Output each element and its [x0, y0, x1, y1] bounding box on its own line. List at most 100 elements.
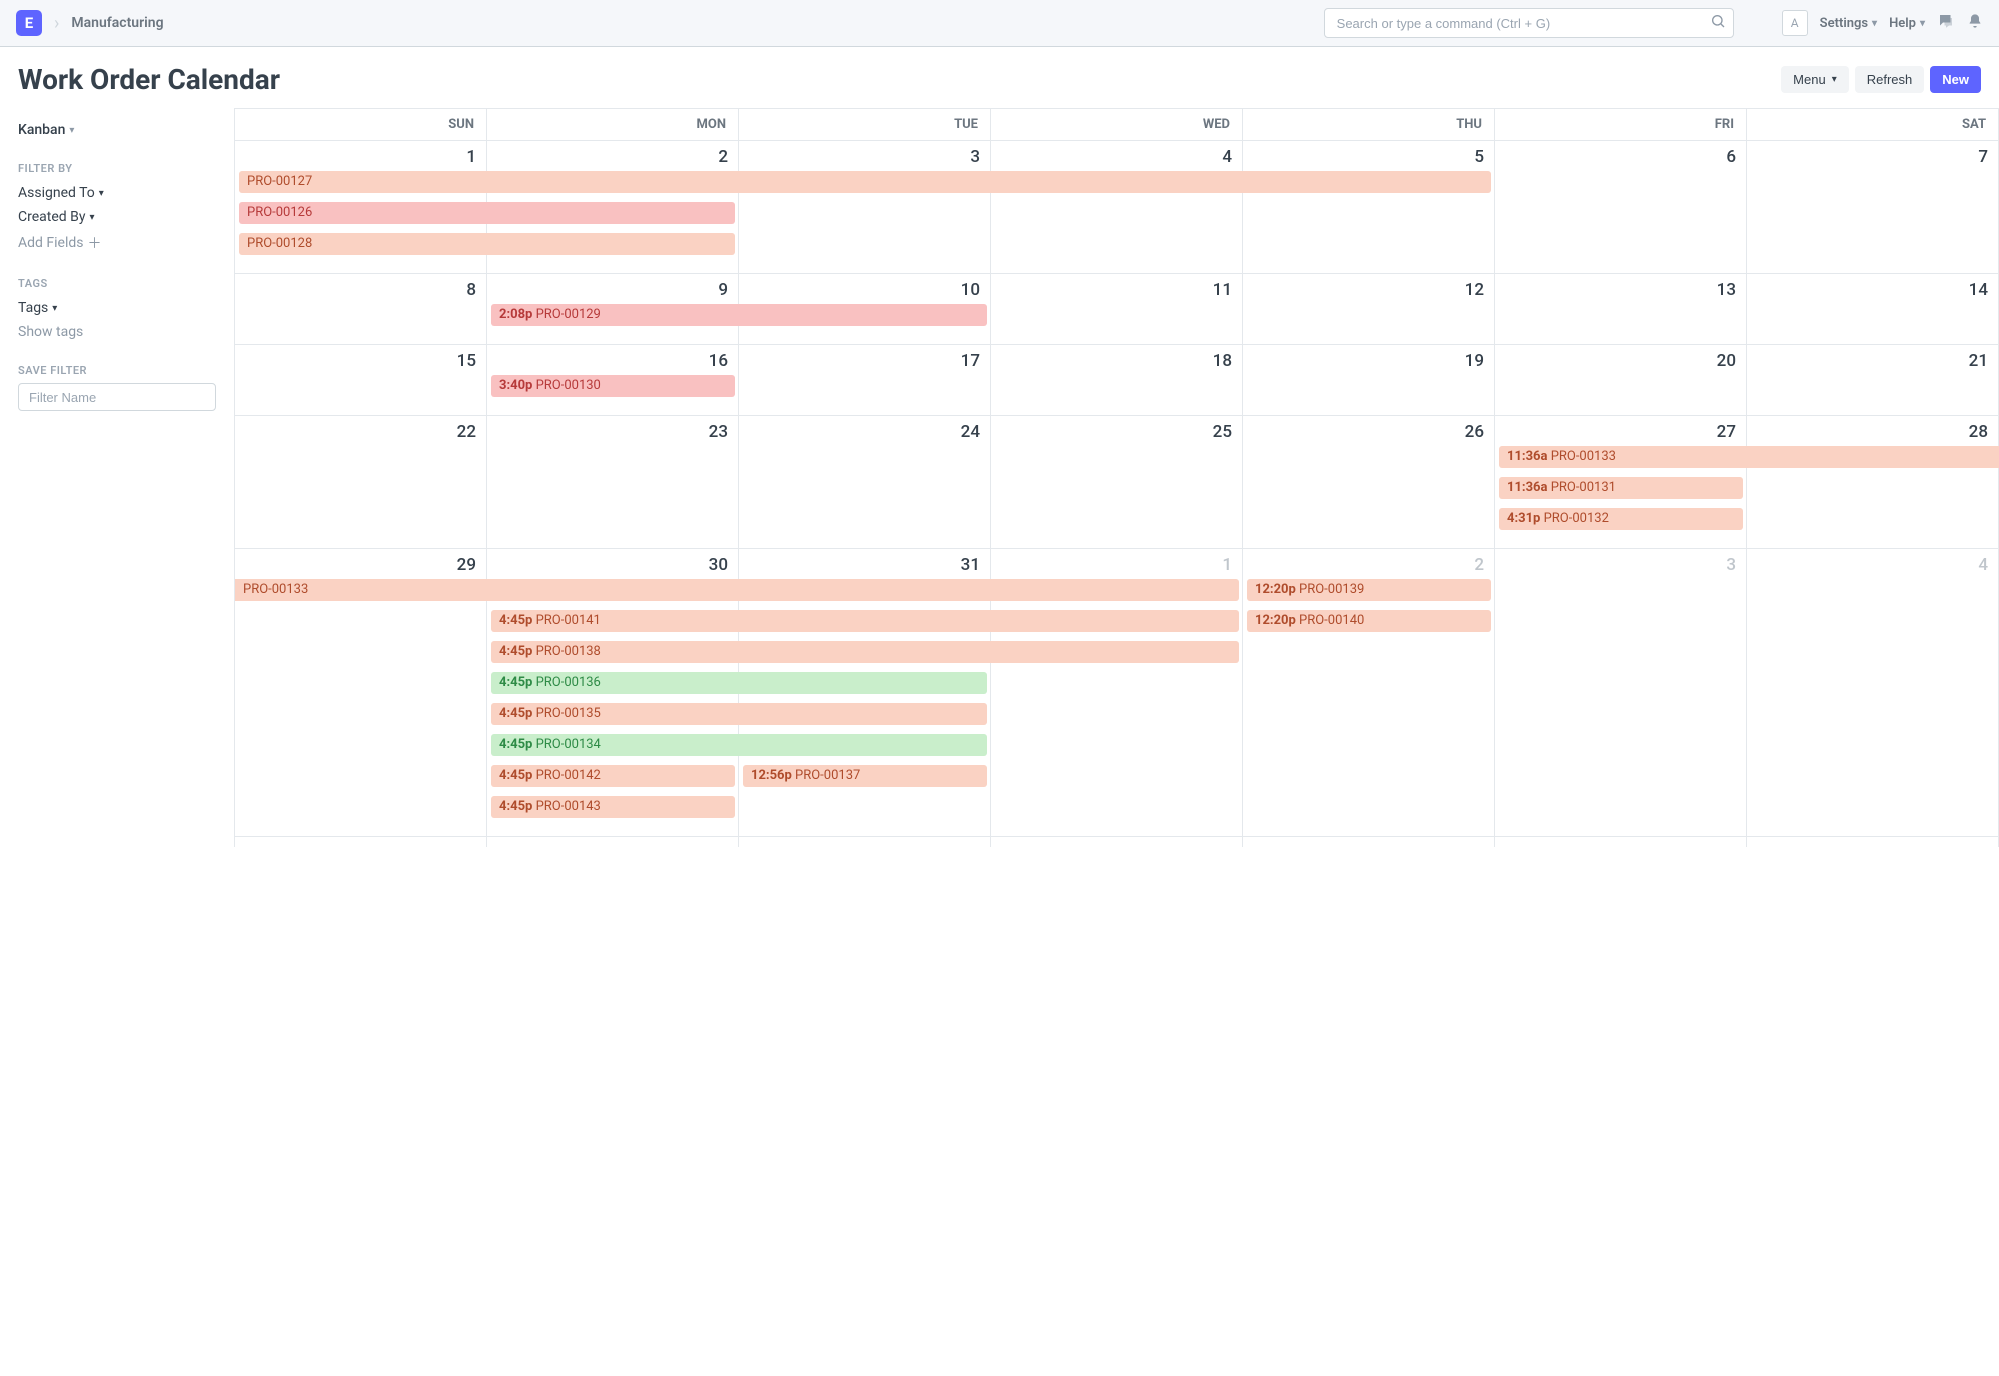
event-label: PRO-00138 — [536, 644, 601, 659]
filter-label: Created By — [18, 209, 85, 225]
chat-icon[interactable] — [1937, 12, 1955, 34]
event-time: 4:45p — [499, 644, 536, 659]
help-menu[interactable]: Help ▾ — [1889, 16, 1925, 31]
day-cell[interactable]: 15 — [235, 345, 487, 416]
day-cell[interactable]: 19 — [1243, 345, 1495, 416]
plus-icon: ＋ — [88, 233, 102, 253]
day-cell[interactable]: 5 — [1243, 141, 1495, 274]
day-cell[interactable]: 23 — [487, 416, 739, 549]
tags-filter[interactable]: Tags ▾ — [18, 296, 216, 320]
show-tags[interactable]: Show tags — [18, 320, 216, 344]
calendar-event[interactable]: 4:45p PRO-00138 — [491, 641, 1239, 663]
day-number: 3 — [739, 141, 990, 167]
chevron-down-icon: ▾ — [1920, 18, 1925, 29]
event-label: PRO-00128 — [247, 236, 312, 251]
event-time: 4:45p — [499, 706, 536, 721]
day-cell[interactable]: 25 — [991, 416, 1243, 549]
event-time: 4:45p — [499, 737, 536, 752]
day-cell[interactable]: 6 — [1495, 141, 1747, 274]
event-label: PRO-00140 — [1299, 613, 1364, 628]
breadcrumb[interactable]: Manufacturing — [71, 15, 163, 31]
page-header: Work Order Calendar Menu Refresh New — [0, 47, 1999, 108]
day-cell[interactable]: 11 — [991, 274, 1243, 345]
calendar-event[interactable]: 4:31p PRO-00132 — [1499, 508, 1743, 530]
day-number: 24 — [739, 416, 990, 442]
view-switcher[interactable]: Kanban ▾ — [18, 118, 216, 142]
calendar-event[interactable]: 12:20p PRO-00139 — [1247, 579, 1491, 601]
bell-icon[interactable] — [1967, 13, 1983, 33]
event-label: PRO-00130 — [536, 378, 601, 393]
day-number: 21 — [1747, 345, 1998, 371]
day-number: 2 — [1243, 549, 1494, 575]
day-number: 12 — [1243, 274, 1494, 300]
tags-label: Tags — [18, 300, 48, 316]
calendar-event[interactable]: 4:45p PRO-00135 — [491, 703, 987, 725]
calendar-event[interactable]: 4:45p PRO-00134 — [491, 734, 987, 756]
settings-label: Settings — [1820, 16, 1868, 31]
filter-name-input[interactable] — [18, 383, 216, 411]
calendar-event[interactable]: 11:36a PRO-00133 — [1499, 446, 1999, 468]
filter-assigned-to[interactable]: Assigned To▾ — [18, 181, 216, 205]
calendar-event[interactable]: PRO-00128 — [239, 233, 735, 255]
refresh-button[interactable]: Refresh — [1855, 66, 1925, 93]
event-label: PRO-00133 — [243, 582, 308, 597]
day-cell[interactable]: 26 — [1243, 416, 1495, 549]
chevron-down-icon: ▾ — [1872, 18, 1877, 29]
event-label: PRO-00137 — [795, 768, 860, 783]
day-number: 19 — [1243, 345, 1494, 371]
day-cell[interactable]: 13 — [1495, 274, 1747, 345]
day-number: 15 — [235, 345, 486, 371]
calendar-event[interactable]: 4:45p PRO-00136 — [491, 672, 987, 694]
search-input[interactable] — [1324, 8, 1734, 38]
calendar-event[interactable]: 4:45p PRO-00143 — [491, 796, 735, 818]
settings-menu[interactable]: Settings ▾ — [1820, 16, 1877, 31]
calendar-event[interactable]: 12:20p PRO-00140 — [1247, 610, 1491, 632]
calendar-event[interactable]: 4:45p PRO-00141 — [491, 610, 1239, 632]
event-time: 4:45p — [499, 675, 536, 690]
app-logo[interactable]: E — [16, 10, 42, 36]
event-label: PRO-00131 — [1551, 480, 1616, 495]
calendar-event[interactable]: 11:36a PRO-00131 — [1499, 477, 1743, 499]
day-cell[interactable]: 24 — [739, 416, 991, 549]
event-time: 12:20p — [1255, 613, 1299, 628]
filter-created-by[interactable]: Created By▾ — [18, 205, 216, 229]
day-cell[interactable]: 17 — [739, 345, 991, 416]
chevron-down-icon: ▾ — [52, 303, 57, 314]
day-number: 6 — [1495, 141, 1746, 167]
menu-button[interactable]: Menu — [1781, 66, 1849, 93]
day-cell[interactable]: 4 — [1747, 549, 1999, 837]
day-cell[interactable]: 21 — [1747, 345, 1999, 416]
day-cell[interactable]: 12 — [1243, 274, 1495, 345]
chevron-right-icon: › — [54, 13, 59, 34]
day-number: 11 — [991, 274, 1242, 300]
calendar-event[interactable]: PRO-00133 — [235, 579, 1239, 601]
day-cell[interactable]: 18 — [991, 345, 1243, 416]
search-icon — [1710, 13, 1726, 33]
calendar-event[interactable]: 12:56p PRO-00137 — [743, 765, 987, 787]
calendar-event[interactable]: 4:45p PRO-00142 — [491, 765, 735, 787]
calendar-event[interactable]: PRO-00126 — [239, 202, 735, 224]
calendar-event[interactable]: 2:08p PRO-00129 — [491, 304, 987, 326]
day-cell[interactable]: 3 — [1495, 549, 1747, 837]
day-cell[interactable]: 20 — [1495, 345, 1747, 416]
day-number: 28 — [1747, 416, 1998, 442]
calendar-event[interactable]: 3:40p PRO-00130 — [491, 375, 735, 397]
day-number: 4 — [1747, 549, 1998, 575]
event-label: PRO-00134 — [536, 737, 601, 752]
add-fields[interactable]: Add Fields ＋ — [18, 229, 216, 257]
event-label: PRO-00142 — [536, 768, 601, 783]
event-time: 4:45p — [499, 799, 536, 814]
new-button[interactable]: New — [1930, 66, 1981, 93]
user-avatar[interactable]: A — [1782, 10, 1808, 36]
event-label: PRO-00135 — [536, 706, 601, 721]
day-cell[interactable]: 8 — [235, 274, 487, 345]
day-cell[interactable]: 14 — [1747, 274, 1999, 345]
day-cell[interactable]: 22 — [235, 416, 487, 549]
day-cell[interactable]: 4 — [991, 141, 1243, 274]
calendar-event[interactable]: PRO-00127 — [239, 171, 1491, 193]
event-time: 12:56p — [751, 768, 795, 783]
day-cell[interactable]: 7 — [1747, 141, 1999, 274]
day-cell[interactable]: 3 — [739, 141, 991, 274]
day-cell[interactable]: 28 — [1747, 416, 1999, 549]
day-number: 2 — [487, 141, 738, 167]
